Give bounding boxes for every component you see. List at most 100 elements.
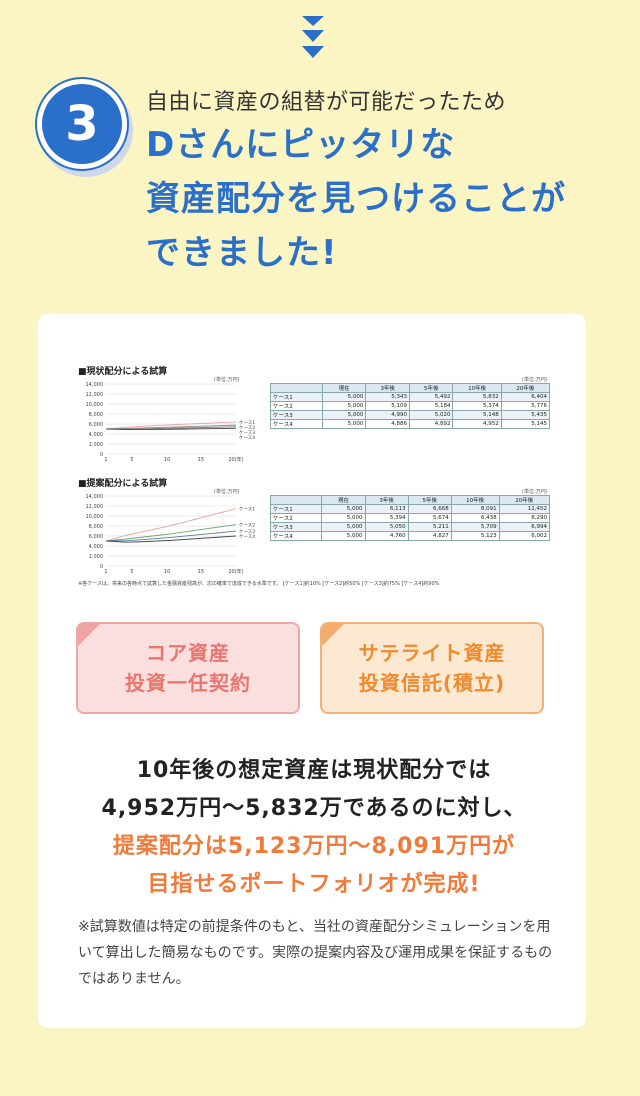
y-tick-label: 0 bbox=[100, 452, 103, 458]
table-row: ケース2 5,000 5,109 5,184 5,374 5,776 bbox=[270, 401, 551, 411]
table-header-cell: 5年後 bbox=[407, 495, 452, 505]
y-tick-label: 10,000 bbox=[86, 402, 104, 408]
table-cell: 5,020 bbox=[408, 410, 454, 420]
chart-footnote: ※各ケースは、将来の各時点で試算した金融資産残高が、次の確率で達成できる水準です… bbox=[78, 581, 440, 587]
table-cell: 5,148 bbox=[452, 410, 502, 420]
current-allocation-chart: 14,00012,00010,0008,0006,0004,0002,00001… bbox=[86, 382, 256, 463]
x-tick-label: 1 bbox=[104, 457, 107, 463]
table-header-cell: 20年後 bbox=[500, 383, 551, 393]
table-cell: 8,290 bbox=[498, 513, 551, 523]
summary-line: 4,952万円〜5,832万であるのに対し、 bbox=[101, 796, 527, 821]
table-header-cell: 現在 bbox=[321, 383, 367, 393]
table-cell: 4,952 bbox=[452, 419, 502, 429]
table-cell: 5,123 bbox=[450, 531, 500, 541]
table-cell: 5,000 bbox=[321, 513, 366, 523]
step-headline: Dさんにピッタリな 資産配分を見つけることが できました! bbox=[146, 118, 616, 280]
headline-line: できました! bbox=[146, 233, 338, 273]
table-cell: 5,000 bbox=[321, 401, 367, 411]
summary-highlight-line: 提案配分は5,123万円〜8,091万円が bbox=[112, 834, 516, 859]
table-cell: 4,892 bbox=[408, 419, 454, 429]
table-cell: 6,113 bbox=[364, 504, 409, 514]
step-number-badge: 3 bbox=[42, 84, 122, 164]
table-cell: 5,492 bbox=[408, 392, 454, 402]
table-row: ケース1 5,000 6,113 6,668 8,091 11,452 bbox=[269, 504, 551, 514]
table-row: ケース4 5,000 4,760 4,827 5,123 6,002 bbox=[269, 531, 551, 541]
y-tick-label: 12,000 bbox=[86, 504, 104, 510]
proposed-table-unit: (単位:万円) bbox=[522, 489, 548, 495]
y-tick-label: 12,000 bbox=[86, 392, 104, 398]
summary-line: 10年後の想定資産は現状配分では bbox=[136, 758, 492, 783]
table-cell: ケース3 bbox=[269, 522, 323, 532]
table-cell: 6,002 bbox=[498, 531, 551, 541]
table-cell: 4,760 bbox=[364, 531, 409, 541]
table-cell: 5,000 bbox=[321, 531, 366, 541]
y-tick-label: 2,000 bbox=[89, 442, 103, 448]
headline-line: Dさんにピッタリな bbox=[146, 125, 456, 165]
table-cell: 4,886 bbox=[365, 419, 410, 429]
table-row: ケース3 5,000 4,990 5,020 5,148 5,435 bbox=[270, 410, 551, 420]
table-cell: ケース3 bbox=[270, 410, 323, 420]
table-cell: 5,109 bbox=[365, 401, 410, 411]
table-cell: 6,438 bbox=[450, 513, 500, 523]
table-cell: 4,827 bbox=[407, 531, 452, 541]
table-cell: ケース4 bbox=[269, 531, 323, 541]
table-cell: ケース4 bbox=[270, 419, 323, 429]
x-tick-label: 10 bbox=[164, 457, 170, 463]
legend-label: ケース2 bbox=[239, 522, 255, 529]
summary-text: 10年後の想定資産は現状配分では 4,952万円〜5,832万であるのに対し、 … bbox=[40, 752, 588, 904]
x-tick-label: 1 bbox=[104, 569, 107, 575]
current-chart-title: ■現状配分による試算 bbox=[78, 367, 168, 377]
legend-label: ケース3 bbox=[239, 429, 255, 436]
table-cell: 5,435 bbox=[500, 410, 551, 420]
table-cell: ケース2 bbox=[270, 401, 323, 411]
table-cell: ケース1 bbox=[269, 504, 323, 514]
table-header-cell: 20年後 bbox=[498, 495, 551, 505]
table-cell: 4,990 bbox=[365, 410, 410, 420]
x-tick-label: 5 bbox=[130, 569, 133, 575]
table-cell: 5,674 bbox=[407, 513, 452, 523]
table-cell: 6,404 bbox=[500, 392, 551, 402]
y-tick-label: 14,000 bbox=[86, 494, 104, 500]
current-table-unit: (単位:万円) bbox=[522, 377, 548, 383]
proposed-allocation-chart: 14,00012,00010,0008,0006,0004,0002,00001… bbox=[86, 494, 256, 575]
x-tick-label: 5 bbox=[130, 457, 133, 463]
x-tick-label: 15 bbox=[198, 457, 204, 463]
y-tick-label: 10,000 bbox=[86, 514, 104, 520]
y-tick-label: 8,000 bbox=[89, 412, 103, 418]
tag-line: 投資信託(積立) bbox=[358, 671, 506, 695]
table-header-cell: 3年後 bbox=[365, 383, 410, 393]
legend-label: ケース4 bbox=[239, 533, 255, 540]
current-allocation-table: 現在 3年後 5年後 10年後 20年後 ケース1 5,000 5,343 5,492 5,832… bbox=[270, 383, 551, 429]
table-cell: 6,668 bbox=[407, 504, 452, 514]
satellite-asset-tag: サテライト資産 投資信託(積立) bbox=[320, 622, 544, 714]
core-asset-tag: コア資産 投資一任契約 bbox=[76, 622, 300, 714]
tag-line: サテライト資産 bbox=[358, 641, 506, 665]
table-cell: 5,000 bbox=[321, 522, 366, 532]
legend-label: ケース2 bbox=[239, 424, 255, 431]
x-tick-label: 20(年) bbox=[228, 456, 243, 463]
table-row: ケース1 5,000 5,343 5,492 5,832 6,404 bbox=[270, 392, 551, 402]
table-cell: 5,000 bbox=[321, 504, 366, 514]
table-cell: 5,709 bbox=[450, 522, 500, 532]
y-tick-label: 4,000 bbox=[89, 432, 103, 438]
disclaimer-text: ※試算数値は特定の前提条件のもと、当社の資産配分シミュレーションを用いて算出した… bbox=[78, 919, 553, 987]
y-tick-label: 8,000 bbox=[89, 524, 103, 530]
table-header-cell: 3年後 bbox=[364, 495, 409, 505]
table-header-cell: 現在 bbox=[321, 495, 366, 505]
legend-label: ケース3 bbox=[239, 528, 255, 535]
legend-label: ケース1 bbox=[239, 506, 255, 513]
summary-highlight-line: 目指せるポートフォリオが完成! bbox=[147, 872, 481, 897]
table-header-cell: 10年後 bbox=[452, 383, 502, 393]
table-cell: 5,000 bbox=[321, 410, 367, 420]
step-number: 3 bbox=[65, 96, 99, 152]
y-tick-label: 2,000 bbox=[89, 554, 103, 560]
proposed-allocation-table: 現在 3年後 5年後 10年後 20年後 ケース1 5,000 6,113 6,668 8,091… bbox=[269, 495, 551, 541]
table-cell: 5,394 bbox=[364, 513, 409, 523]
proposed-chart-title: ■提案配分による試算 bbox=[78, 479, 168, 489]
table-cell: 5,211 bbox=[407, 522, 452, 532]
x-tick-label: 10 bbox=[164, 569, 170, 575]
table-row: ケース2 5,000 5,394 5,674 6,438 8,290 bbox=[269, 513, 551, 523]
table-header-row: 現在 3年後 5年後 10年後 20年後 bbox=[270, 383, 551, 393]
table-cell: 5,832 bbox=[452, 392, 502, 402]
table-cell: 5,184 bbox=[408, 401, 454, 411]
